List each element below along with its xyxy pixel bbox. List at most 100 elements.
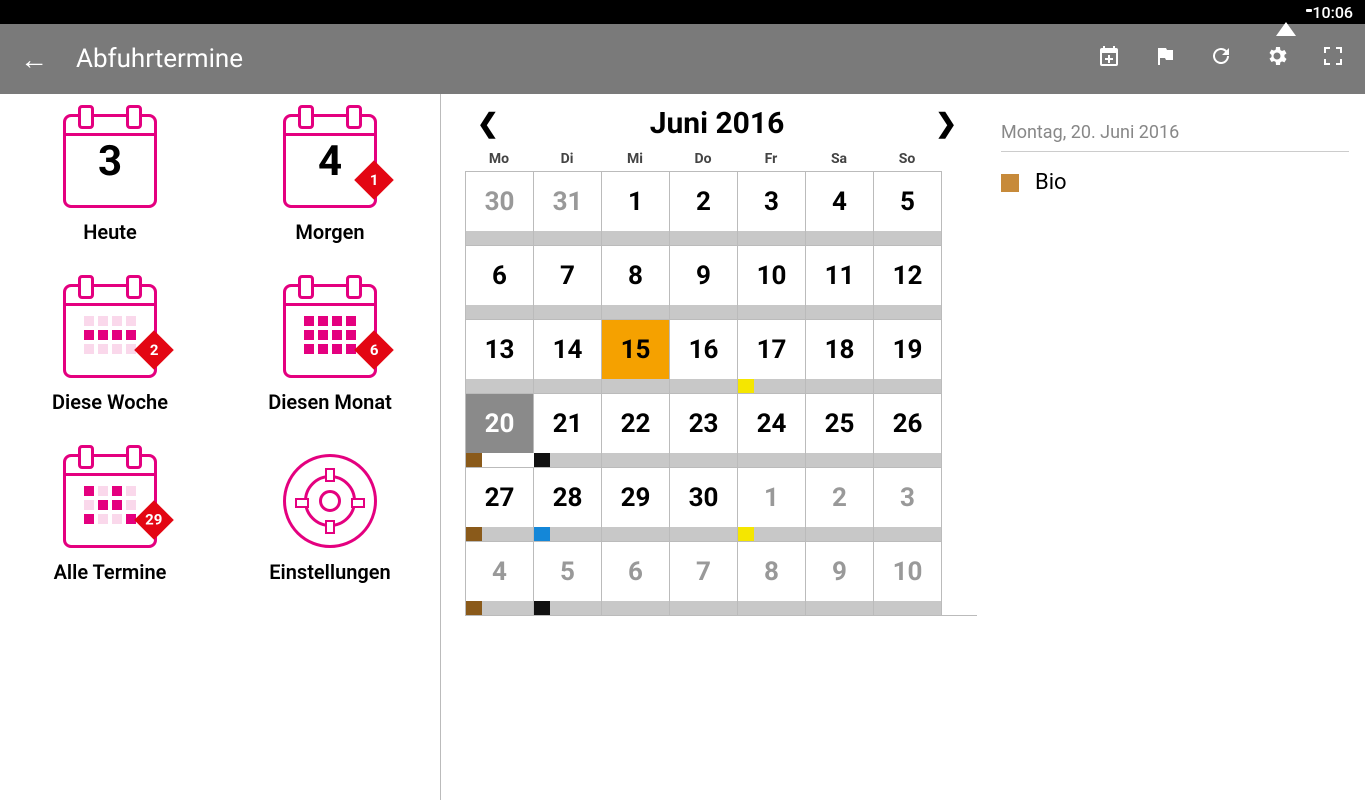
detail-panel: Montag, 20. Juni 2016 Bio	[977, 94, 1365, 800]
calendar: ❮ Juni 2016 ❯ Mo Di Mi Do Fr Sa So 30311…	[441, 94, 977, 800]
calendar-day[interactable]: 19	[874, 319, 942, 379]
calendar-day[interactable]: 23	[670, 393, 738, 453]
calendar-day[interactable]: 7	[534, 245, 602, 305]
calendar-week: 20212223242526	[465, 393, 977, 467]
calendar-day[interactable]: 1	[738, 467, 806, 527]
calendar-day[interactable]: 6	[466, 245, 534, 305]
nav-today[interactable]: 3 Heute	[0, 114, 220, 244]
next-month-button[interactable]: ❯	[935, 109, 957, 139]
event-chip	[738, 379, 754, 393]
calendar-day[interactable]: 10	[738, 245, 806, 305]
calendar-day[interactable]: 30	[670, 467, 738, 527]
calendar-all-icon	[63, 454, 157, 548]
calendar-grid: 3031123456789101112131415161718192021222…	[465, 171, 977, 616]
page-title: Abfuhrtermine	[76, 44, 1097, 74]
calendar-day[interactable]: 15	[602, 319, 670, 379]
calendar-week: 27282930123	[465, 467, 977, 541]
calendar-day[interactable]: 11	[806, 245, 874, 305]
calendar-day[interactable]: 21	[534, 393, 602, 453]
calendar-day[interactable]: 14	[534, 319, 602, 379]
event-chip	[534, 527, 550, 541]
settings-icon[interactable]	[1265, 44, 1289, 74]
calendar-week: 303112345	[465, 171, 977, 245]
event-label: Bio	[1035, 170, 1067, 195]
event-strip	[466, 527, 942, 541]
content: 3 Heute 4 Morgen 1 Diese Woche 2 Diesen …	[0, 94, 1365, 800]
action-bar: ← Abfuhrtermine	[0, 24, 1365, 94]
event-chip	[738, 527, 754, 541]
calendar-day[interactable]: 1	[602, 171, 670, 231]
nav-label: Morgen	[295, 220, 364, 244]
calendar-day[interactable]: 30	[466, 171, 534, 231]
prev-month-button[interactable]: ❮	[477, 109, 499, 139]
event-chip	[534, 453, 550, 467]
calendar-day[interactable]: 5	[874, 171, 942, 231]
calendar-week: 13141516171819	[465, 319, 977, 393]
calendar-day[interactable]: 20	[466, 393, 534, 453]
event-strip	[466, 305, 942, 319]
calendar-day[interactable]: 16	[670, 319, 738, 379]
calendar-icon: 3	[63, 114, 157, 208]
calendar-day[interactable]: 10	[874, 541, 942, 601]
sidebar: 3 Heute 4 Morgen 1 Diese Woche 2 Diesen …	[0, 94, 441, 800]
calendar-title: Juni 2016	[650, 106, 785, 141]
calendar-day[interactable]: 24	[738, 393, 806, 453]
calendar-day[interactable]: 25	[806, 393, 874, 453]
calendar-day[interactable]: 8	[738, 541, 806, 601]
event-chip	[466, 453, 482, 467]
event-chip	[534, 601, 550, 615]
back-button[interactable]: ←	[20, 43, 48, 76]
calendar-day[interactable]: 8	[602, 245, 670, 305]
calendar-add-icon[interactable]	[1097, 44, 1121, 74]
event-chip	[466, 601, 482, 615]
calendar-day[interactable]: 17	[738, 319, 806, 379]
event-chip	[466, 527, 482, 541]
status-bar: 10:06	[0, 0, 1365, 24]
calendar-day[interactable]: 4	[806, 171, 874, 231]
calendar-day[interactable]: 7	[670, 541, 738, 601]
calendar-week: 45678910	[465, 541, 977, 616]
event-color-swatch	[1001, 174, 1019, 192]
event-strip	[466, 601, 942, 615]
refresh-icon[interactable]	[1209, 44, 1233, 74]
calendar-day[interactable]: 2	[806, 467, 874, 527]
calendar-day[interactable]: 2	[670, 171, 738, 231]
event-row[interactable]: Bio	[1001, 170, 1349, 195]
nav-this-week[interactable]: Diese Woche 2	[0, 284, 220, 414]
nav-this-month[interactable]: Diesen Monat 6	[220, 284, 440, 414]
calendar-day[interactable]: 9	[806, 541, 874, 601]
nav-label: Alle Termine	[54, 560, 167, 584]
calendar-day[interactable]: 22	[602, 393, 670, 453]
calendar-month-icon	[283, 284, 377, 378]
calendar-day[interactable]: 5	[534, 541, 602, 601]
day-of-week-row: Mo Di Mi Do Fr Sa So	[465, 151, 977, 167]
fullscreen-icon[interactable]	[1321, 44, 1345, 74]
calendar-day[interactable]: 31	[534, 171, 602, 231]
calendar-day[interactable]: 29	[602, 467, 670, 527]
calendar-day[interactable]: 18	[806, 319, 874, 379]
calendar-day[interactable]: 4	[466, 541, 534, 601]
nav-label: Einstellungen	[269, 560, 390, 584]
calendar-day[interactable]: 27	[466, 467, 534, 527]
calendar-week: 6789101112	[465, 245, 977, 319]
nav-tomorrow[interactable]: 4 Morgen 1	[220, 114, 440, 244]
calendar-day[interactable]: 28	[534, 467, 602, 527]
calendar-icon: 4	[283, 114, 377, 208]
calendar-week-icon	[63, 284, 157, 378]
detail-date: Montag, 20. Juni 2016	[1001, 122, 1349, 152]
calendar-day[interactable]: 12	[874, 245, 942, 305]
calendar-day[interactable]: 3	[738, 171, 806, 231]
event-strip	[466, 231, 942, 245]
event-chip	[482, 453, 534, 467]
flag-icon[interactable]	[1153, 44, 1177, 74]
calendar-day[interactable]: 6	[602, 541, 670, 601]
nav-all[interactable]: Alle Termine 29	[0, 454, 220, 584]
calendar-day[interactable]: 13	[466, 319, 534, 379]
status-time: 10:06	[1312, 3, 1353, 22]
nav-settings[interactable]: Einstellungen	[220, 454, 440, 584]
nav-label: Heute	[83, 220, 137, 244]
calendar-day[interactable]: 26	[874, 393, 942, 453]
nav-label: Diese Woche	[52, 390, 168, 414]
calendar-day[interactable]: 9	[670, 245, 738, 305]
calendar-day[interactable]: 3	[874, 467, 942, 527]
